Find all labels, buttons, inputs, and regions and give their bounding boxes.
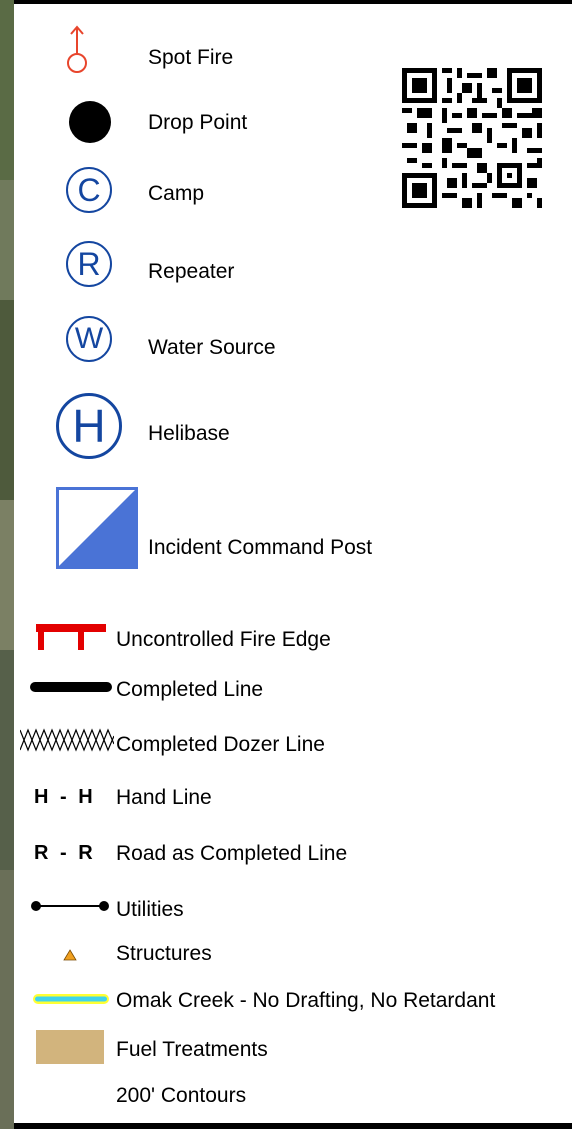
- completed-line-icon: [30, 682, 112, 692]
- camp-icon: C: [66, 167, 112, 213]
- camp-label: Camp: [148, 182, 205, 205]
- hand-line-icon: H - H: [34, 786, 93, 808]
- completed-dozer-line-label: Completed Dozer Line: [116, 733, 325, 756]
- hand-line-label: Hand Line: [116, 786, 212, 809]
- completed-line-label: Completed Line: [116, 678, 264, 701]
- map-legend: Spot Fire Drop Point C Camp R Repeater W…: [14, 4, 572, 1123]
- helibase-icon: H: [56, 393, 122, 459]
- repeater-label: Repeater: [148, 260, 235, 283]
- uncontrolled-fire-edge-icon: [36, 624, 106, 650]
- completed-dozer-line-icon: [20, 728, 114, 752]
- fuel-treatments-label: Fuel Treatments: [116, 1038, 268, 1061]
- utilities-icon: [31, 901, 109, 911]
- water-source-icon: W: [66, 316, 112, 362]
- incident-command-post-label: Incident Command Post: [148, 536, 373, 559]
- structures-label: Structures: [116, 942, 212, 965]
- omak-creek-icon: [33, 994, 109, 1004]
- omak-creek-label: Omak Creek - No Drafting, No Retardant: [116, 989, 496, 1012]
- water-source-label: Water Source: [148, 336, 276, 359]
- utilities-label: Utilities: [116, 898, 184, 921]
- incident-command-post-icon: [56, 487, 138, 569]
- fuel-treatments-swatch: [36, 1030, 104, 1064]
- uncontrolled-fire-edge-label: Uncontrolled Fire Edge: [116, 628, 331, 651]
- contours-label: 200' Contours: [116, 1084, 247, 1107]
- structures-icon: [63, 949, 77, 961]
- drop-point-icon: [69, 101, 111, 143]
- road-line-icon: R - R: [34, 842, 93, 864]
- spot-fire-icon: [67, 25, 87, 73]
- map-background: [0, 0, 14, 1129]
- drop-point-label: Drop Point: [148, 111, 248, 134]
- road-line-label: Road as Completed Line: [116, 842, 348, 865]
- helibase-label: Helibase: [148, 422, 230, 445]
- qr-code-icon[interactable]: [402, 68, 542, 208]
- spot-fire-label: Spot Fire: [148, 46, 234, 69]
- repeater-icon: R: [66, 241, 112, 287]
